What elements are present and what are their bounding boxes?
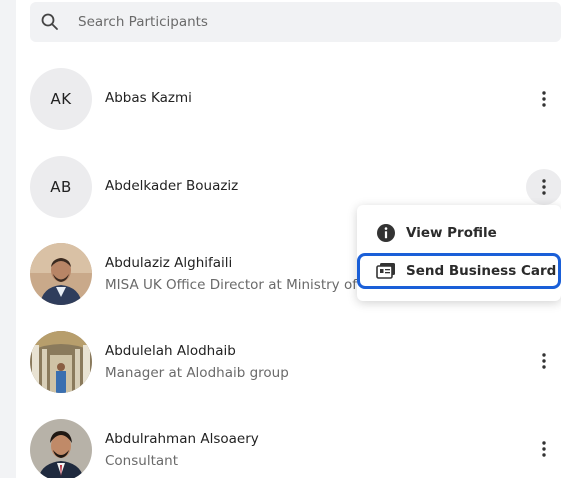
send-business-card-label: Send Business Card [406,263,557,279]
more-vertical-icon [542,179,546,195]
more-options-button[interactable] [526,343,561,379]
participant-name: Abdulrahman Alsoaery [105,431,259,447]
send-business-card-menu-item[interactable]: Send Business Card [357,253,561,289]
participant-title: Manager at Alodhaib group [105,365,289,381]
participant-name: Abdulaziz Alghifaili [105,255,233,271]
avatar [30,419,92,478]
participant-row[interactable]: Abdulelah Alodhaib Manager at Alodhaib g… [16,322,561,402]
more-vertical-icon [542,441,546,457]
more-vertical-icon [542,91,546,107]
more-options-button[interactable] [526,431,561,467]
participant-context-menu: View Profile Send Business Card [357,205,561,301]
avatar [30,243,92,305]
more-options-button[interactable] [526,81,561,117]
participant-name: Abdelkader Bouaziz [105,178,239,194]
more-options-button[interactable] [526,169,561,205]
view-profile-label: View Profile [406,225,497,241]
avatar: AK [30,68,92,130]
view-profile-menu-item[interactable]: View Profile [357,215,561,251]
business-card-icon [376,263,395,279]
participant-name: Abdulelah Alodhaib [105,343,236,359]
participant-name: Abbas Kazmi [105,90,192,106]
avatar [30,331,92,393]
search-input[interactable] [78,2,548,42]
participant-title: Consultant [105,453,178,469]
participant-row[interactable]: Abdulrahman Alsoaery Consultant [16,410,561,478]
info-icon [377,224,395,242]
avatar: AB [30,156,92,218]
search-icon [41,13,58,30]
participant-row[interactable]: AK Abbas Kazmi [16,59,561,139]
more-vertical-icon [542,353,546,369]
search-bar[interactable] [30,2,561,42]
